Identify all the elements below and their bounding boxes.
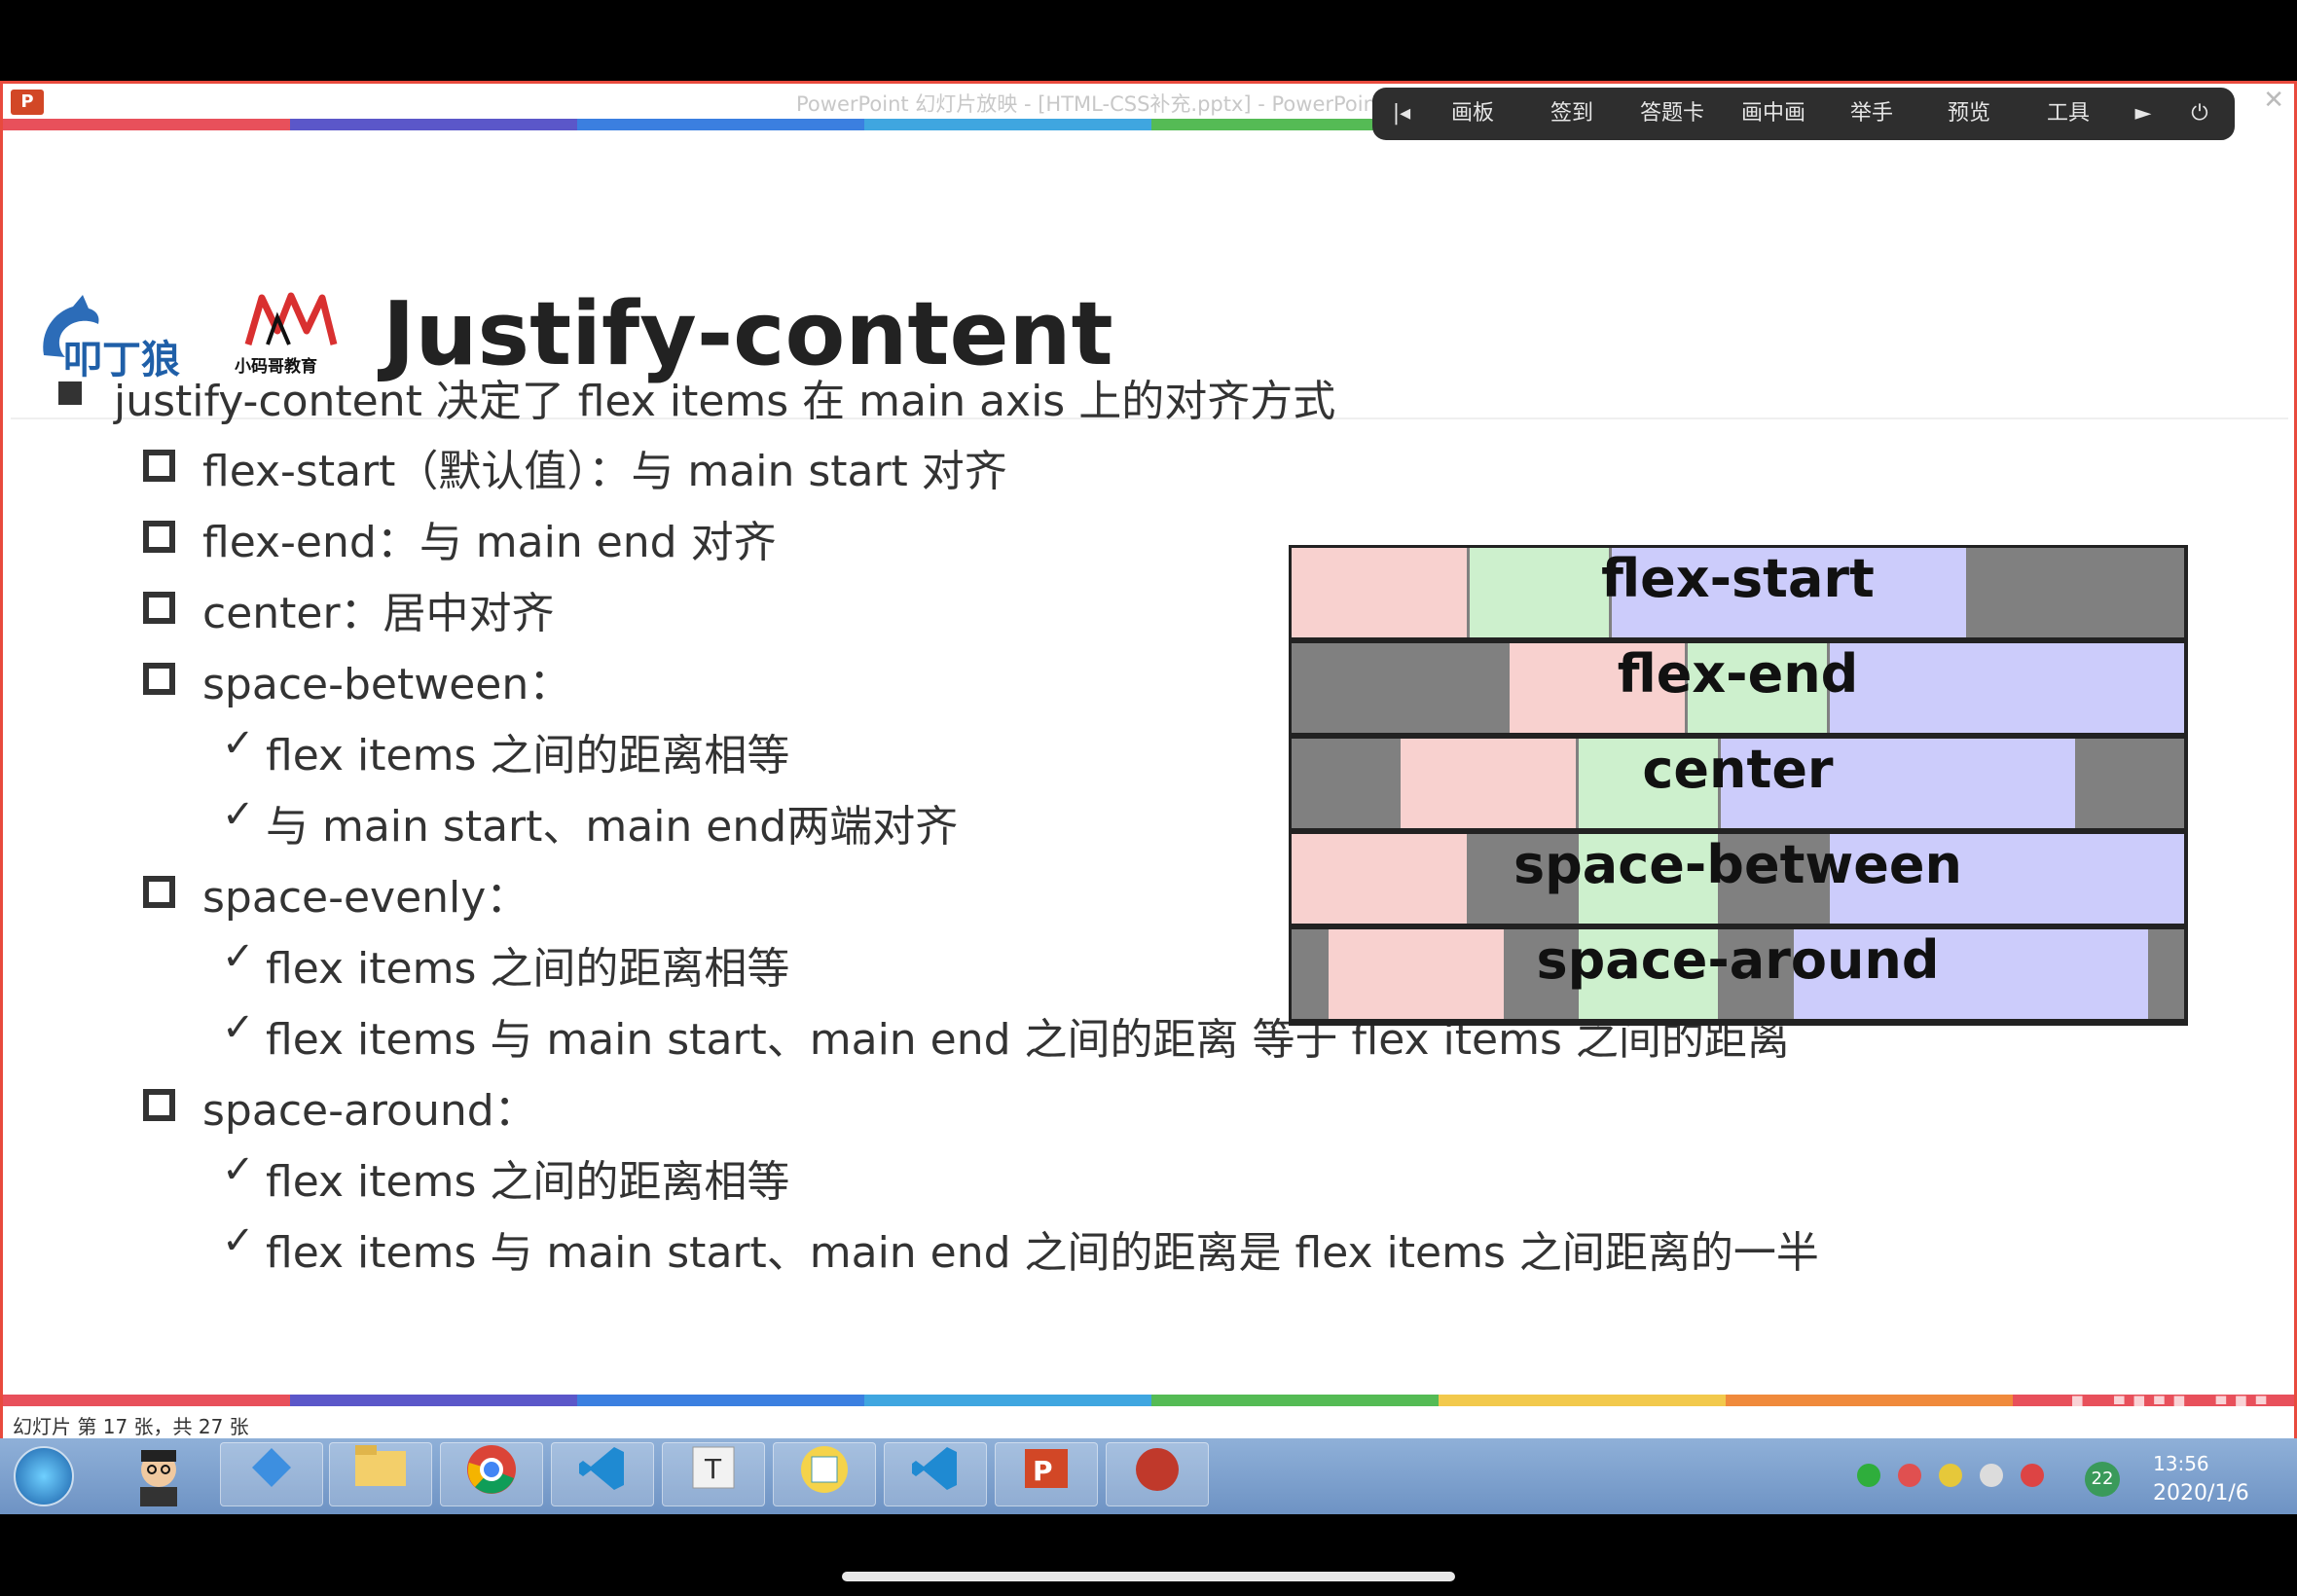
check-item: 与 main start、main end两端对齐	[266, 802, 959, 852]
toolbar-item-picture-in-picture[interactable]: 画中画	[1725, 88, 1822, 140]
tray-display-icon[interactable]	[1980, 1464, 2003, 1487]
start-button-icon[interactable]	[14, 1446, 74, 1506]
svg-text:P: P	[1033, 1455, 1053, 1487]
color-stripe	[290, 1395, 577, 1406]
record-icon[interactable]	[1106, 1442, 1209, 1506]
previous-icon[interactable]: |◂	[1382, 88, 1421, 140]
bullet-hollow-icon	[143, 592, 175, 624]
color-stripe	[1151, 119, 1375, 130]
close-icon[interactable]: ✕	[2263, 86, 2284, 115]
powerpoint-icon[interactable]: P	[11, 90, 44, 115]
powerpoint-icon[interactable]: P	[995, 1442, 1098, 1506]
clock-date[interactable]: 2020/1/6	[2153, 1481, 2249, 1505]
power-icon[interactable]: ⏻	[2170, 88, 2229, 140]
folder-icon[interactable]	[329, 1442, 432, 1506]
diagram-label: space-between	[1513, 834, 1962, 895]
check-icon: ✓	[222, 721, 255, 766]
sub-bullet-space-around: space-around：	[202, 1086, 537, 1136]
tray-volume-icon[interactable]	[2021, 1464, 2044, 1487]
taskbar: T P 22 13:56 2020/1/6	[0, 1438, 2297, 1514]
sub-bullet-flex-end: flex-end：与 main end 对齐	[202, 518, 777, 567]
bullet-square-icon	[58, 381, 82, 405]
toolbar-item-preview[interactable]: 预览	[1925, 88, 2013, 140]
tray-notification-badge[interactable]: 22	[2085, 1462, 2120, 1497]
next-icon[interactable]: ►	[2124, 88, 2163, 140]
bullet-hollow-icon	[143, 521, 175, 553]
color-stripe	[577, 119, 864, 130]
diagram-row-flex-start: flex-start	[1292, 548, 2184, 637]
avatar[interactable]	[107, 1442, 210, 1506]
check-icon: ✓	[222, 1005, 255, 1050]
slide-counter: 幻灯片 第 17 张，共 27 张	[13, 1415, 249, 1438]
main-bullet: justify-content 决定了 flex items 在 main ax…	[114, 377, 1336, 426]
diagram-row-center: center	[1292, 739, 2184, 828]
text-editor-icon[interactable]: T	[662, 1442, 765, 1506]
check-icon: ✓	[222, 1218, 255, 1263]
bullet-hollow-icon	[143, 450, 175, 482]
home-indicator[interactable]	[842, 1572, 1455, 1581]
check-icon: ✓	[222, 792, 255, 837]
powerpoint-window: P PowerPoint 幻灯片放映 - [HTML-CSS补充.pptx] -…	[0, 81, 2297, 1441]
color-stripe	[577, 1395, 864, 1406]
check-item: flex items 与 main start、main end 之间的距离是 …	[266, 1228, 1819, 1278]
tray-add-icon[interactable]	[1939, 1464, 1962, 1487]
diagram-row-space-around: space-around	[1292, 929, 2184, 1019]
bullet-hollow-icon	[143, 1089, 175, 1121]
diagram-label: center	[1642, 739, 1834, 800]
justify-content-diagram: flex-start flex-end center space-between…	[1289, 545, 2188, 1026]
paint-icon[interactable]	[773, 1442, 876, 1506]
toolbar-item-raise-hand[interactable]: 举手	[1828, 88, 1915, 140]
check-item: flex items 之间的距离相等	[266, 1157, 790, 1207]
color-stripe	[864, 1395, 1151, 1406]
diagram-label: flex-end	[1617, 643, 1859, 705]
color-stripe	[3, 119, 290, 130]
color-stripe	[290, 119, 577, 130]
sub-bullet-flex-start: flex-start（默认值）：与 main start 对齐	[202, 447, 1007, 496]
bullet-hollow-icon	[143, 663, 175, 695]
toolbar-item-drawing-board[interactable]: 画板	[1429, 88, 1516, 140]
vscode-icon[interactable]	[551, 1442, 654, 1506]
diagram-label: flex-start	[1601, 548, 1875, 609]
diagram-label: space-around	[1536, 929, 1940, 991]
check-item: flex items 之间的距离相等	[266, 731, 790, 780]
sub-bullet-center: center：居中对齐	[202, 589, 555, 638]
sub-bullet-space-evenly: space-evenly：	[202, 873, 529, 923]
color-stripe	[864, 119, 1151, 130]
check-icon: ✓	[222, 934, 255, 979]
sub-bullet-space-between: space-between：	[202, 660, 572, 709]
diagram-row-space-between: space-between	[1292, 834, 2184, 924]
slideshow-toolbar: |◂ 画板 签到 答题卡 画中画 举手 预览 工具 ► ⏻	[1372, 88, 2235, 140]
toolbar-item-tools[interactable]: 工具	[2024, 88, 2112, 140]
check-icon: ✓	[222, 1147, 255, 1192]
window-title: PowerPoint 幻灯片放映 - [HTML-CSS补充.pptx] - P…	[796, 92, 1385, 116]
vscode-icon[interactable]	[884, 1442, 987, 1506]
toolbar-item-answer-card[interactable]: 答题卡	[1623, 88, 1721, 140]
pen-tool-icon[interactable]	[220, 1442, 323, 1506]
svg-text:T: T	[704, 1453, 722, 1485]
avatar-icon	[140, 1450, 177, 1506]
clock-time[interactable]: 13:56	[2153, 1452, 2209, 1475]
color-stripe	[3, 1395, 290, 1406]
diagram-row-flex-end: flex-end	[1292, 643, 2184, 733]
xiaomage-logo-icon: 小码哥教育	[235, 292, 338, 377]
tray-flag-icon[interactable]	[1898, 1464, 1921, 1487]
color-stripe	[1151, 1395, 1439, 1406]
chrome-icon[interactable]	[440, 1442, 543, 1506]
bullet-hollow-icon	[143, 876, 175, 908]
toolbar-item-sign-in[interactable]: 签到	[1528, 88, 1616, 140]
tray-network-icon[interactable]	[1857, 1464, 1880, 1487]
check-item: flex items 之间的距离相等	[266, 944, 790, 994]
